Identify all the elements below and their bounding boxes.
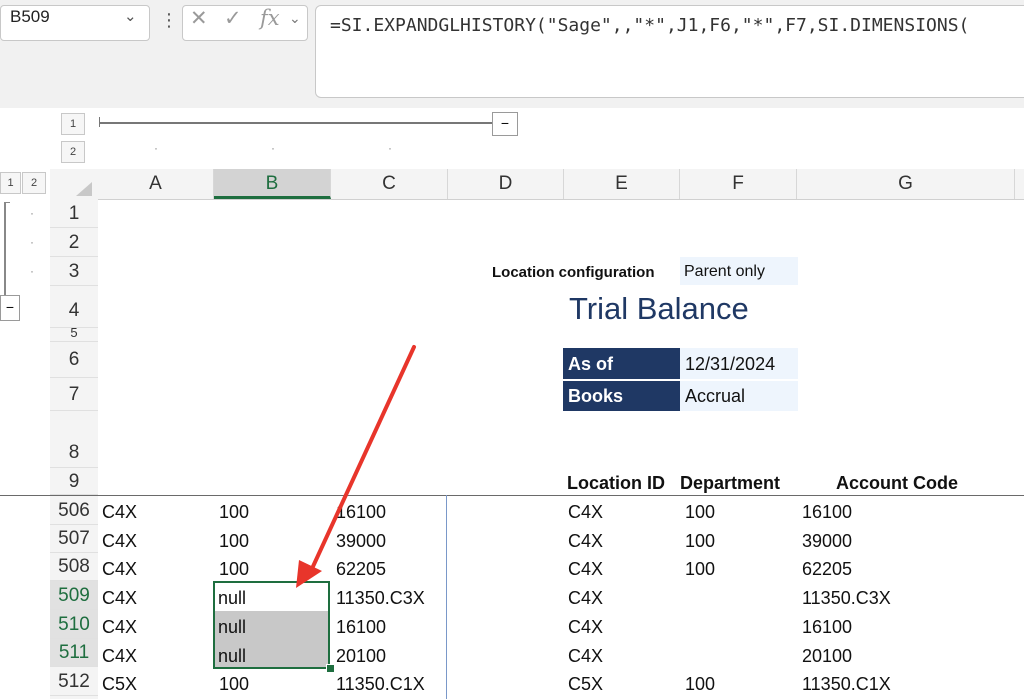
annotation-arrow-icon bbox=[296, 345, 416, 588]
